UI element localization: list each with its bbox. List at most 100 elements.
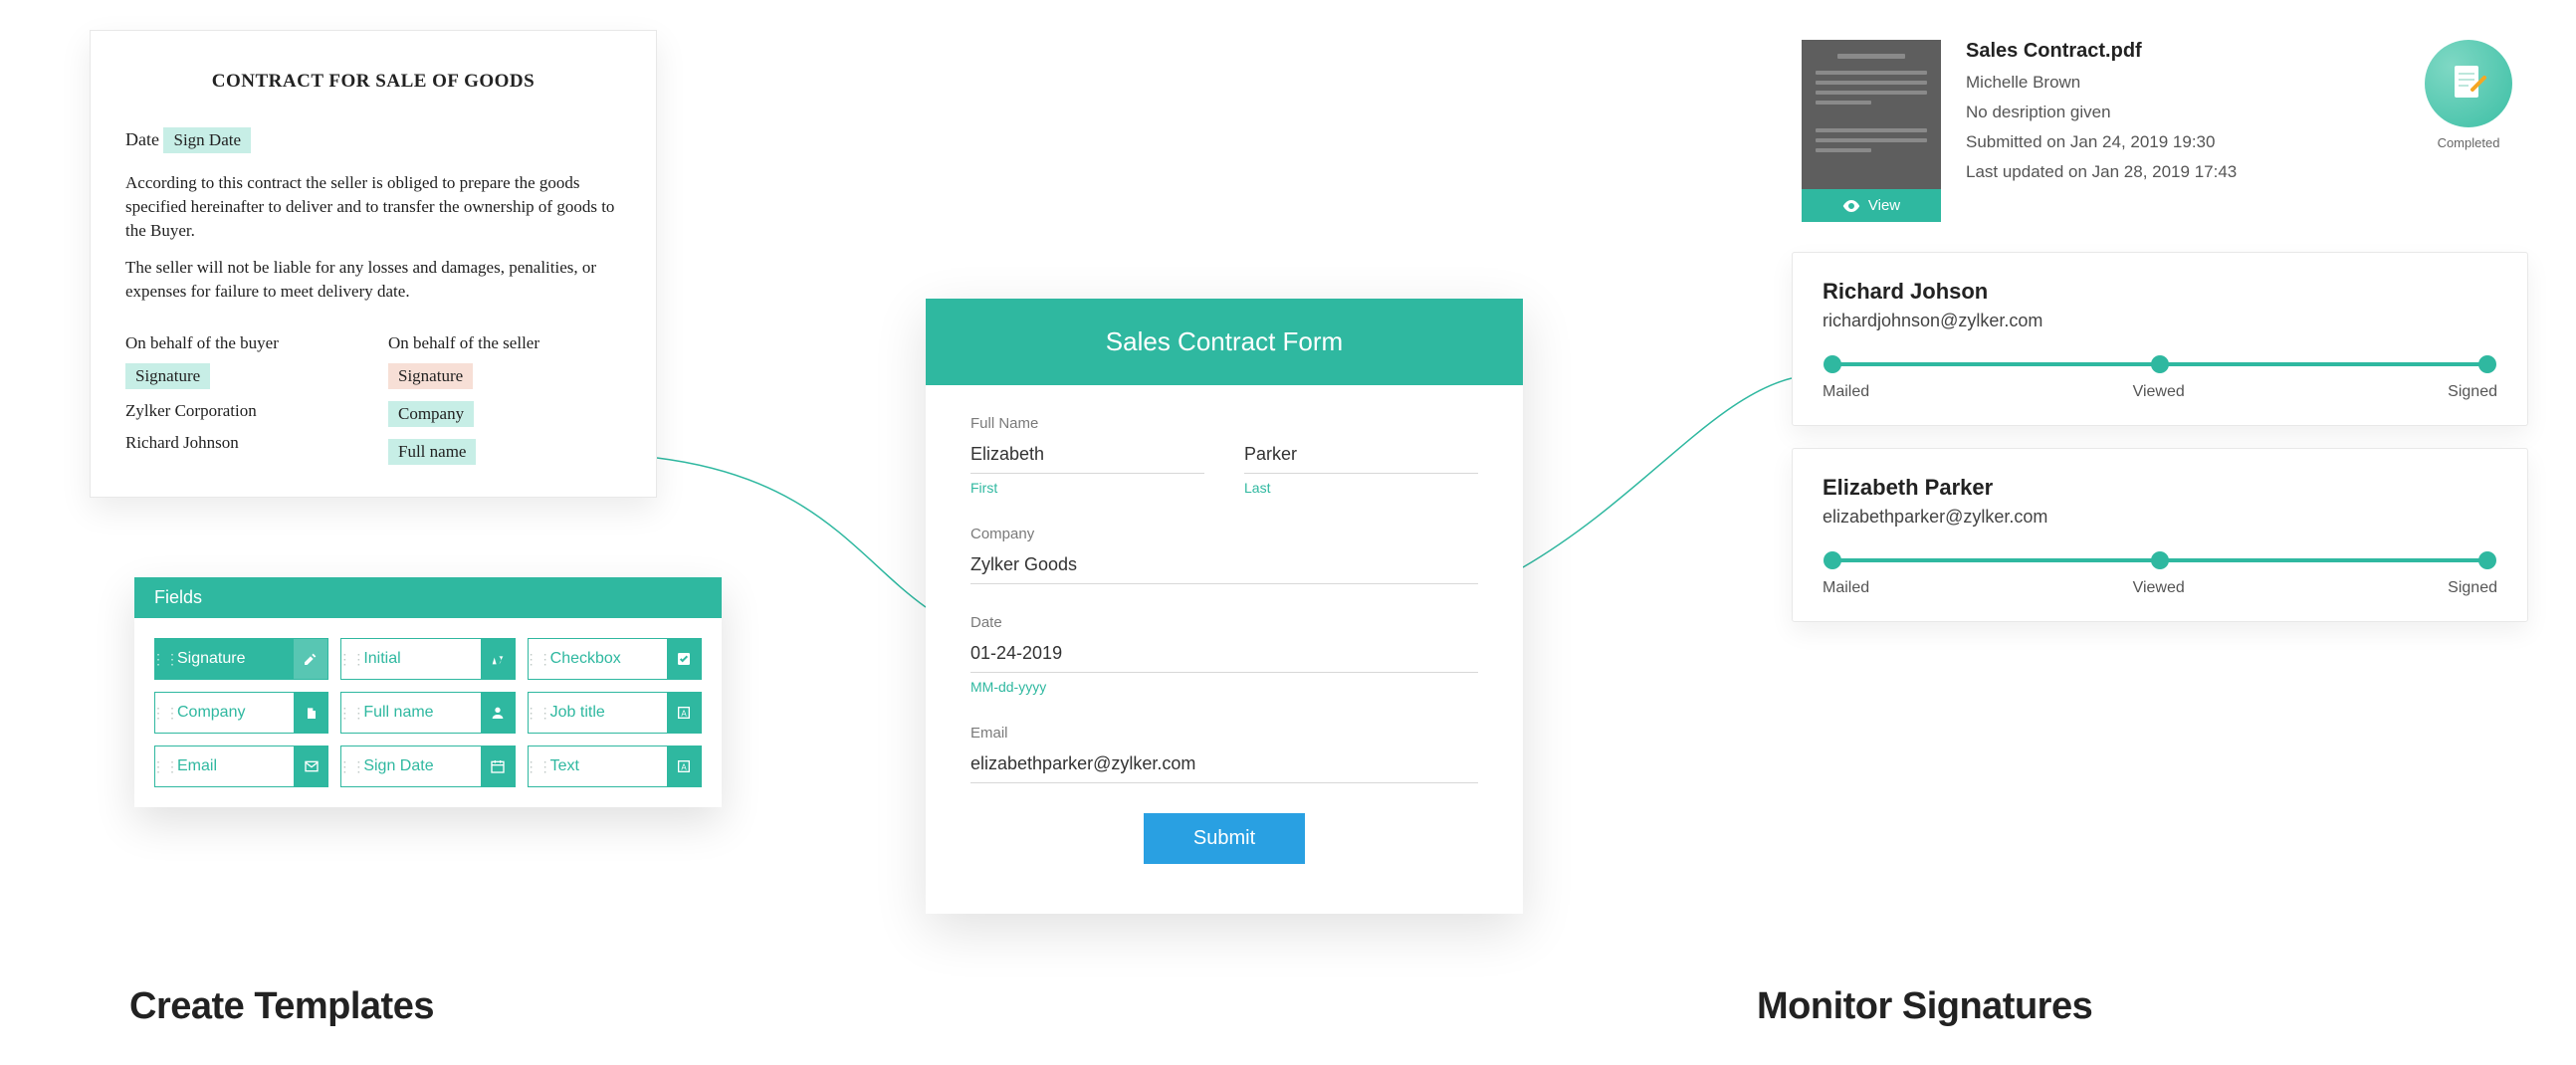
seller-column: On behalf of the seller Signature Compan…	[388, 333, 621, 477]
document-title: Sales Contract.pdf	[1966, 40, 2394, 63]
document-owner: Michelle Brown	[1966, 73, 2394, 93]
seller-name-tag[interactable]: Full name	[388, 439, 476, 465]
field-label: Initial	[361, 650, 480, 668]
field-label: Company	[175, 704, 294, 722]
field-label: Checkbox	[548, 650, 667, 668]
buyer-company: Zylker Corporation	[125, 401, 358, 421]
sign-date-tag[interactable]: Sign Date	[163, 127, 251, 153]
drag-handle-icon: ⋮⋮	[155, 639, 175, 679]
svg-text:A: A	[682, 762, 688, 771]
submit-button[interactable]: Submit	[1144, 813, 1305, 864]
field-label: Sign Date	[361, 757, 480, 775]
seller-label: On behalf of the seller	[388, 333, 621, 353]
field-jobtitle[interactable]: ⋮⋮Job titleA	[528, 692, 702, 734]
buyer-signature-tag[interactable]: Signature	[125, 363, 210, 389]
monitor-panel: View Sales Contract.pdf Michelle Brown N…	[1792, 40, 2528, 644]
signer-card: Richard Johsonrichardjohnson@zylker.comM…	[1792, 252, 2528, 426]
first-name-hint: First	[970, 480, 1204, 496]
completed-status: Completed	[2419, 40, 2518, 222]
drag-handle-icon: ⋮⋮	[155, 746, 175, 786]
progress-track	[1832, 357, 2487, 371]
field-checkbox[interactable]: ⋮⋮Checkbox	[528, 638, 702, 680]
field-label: Email	[175, 757, 294, 775]
contract-paragraph-1: According to this contract the seller is…	[125, 171, 621, 242]
form-title: Sales Contract Form	[926, 299, 1523, 385]
company-input[interactable]	[970, 550, 1478, 584]
drag-handle-icon: ⋮⋮	[529, 639, 548, 679]
create-templates-heading: Create Templates	[129, 985, 434, 1028]
buyer-label: On behalf of the buyer	[125, 333, 358, 353]
date-icon	[481, 746, 515, 786]
drag-handle-icon: ⋮⋮	[155, 693, 175, 733]
stage-signed: Signed	[2448, 383, 2497, 401]
email-input[interactable]	[970, 749, 1478, 783]
first-name-input[interactable]	[970, 440, 1204, 474]
company-icon	[294, 693, 327, 733]
text-icon: A	[667, 746, 701, 786]
contract-title: CONTRACT FOR SALE OF GOODS	[125, 71, 621, 93]
seller-signature-tag[interactable]: Signature	[388, 363, 473, 389]
drag-handle-icon: ⋮⋮	[341, 693, 361, 733]
sales-contract-form: Sales Contract Form Full Name First Last…	[926, 299, 1523, 914]
completed-label: Completed	[2419, 135, 2518, 150]
full-name-label: Full Name	[970, 415, 1478, 432]
email-icon	[294, 746, 327, 786]
eye-icon	[1842, 200, 1860, 212]
stage-viewed: Viewed	[2133, 579, 2185, 597]
document-description: No desription given	[1966, 103, 2394, 122]
last-name-input[interactable]	[1244, 440, 1478, 474]
field-label: Job title	[548, 704, 667, 722]
signer-card: Elizabeth Parker elizabethparker@zylker.c…	[1792, 448, 2528, 622]
document-meta: Sales Contract.pdf Michelle Brown No des…	[1966, 40, 2394, 222]
field-company[interactable]: ⋮⋮Company	[154, 692, 328, 734]
last-name-hint: Last	[1244, 480, 1478, 496]
signature-icon	[294, 639, 327, 679]
drag-handle-icon: ⋮⋮	[529, 693, 548, 733]
progress-track	[1832, 553, 2487, 567]
drag-handle-icon: ⋮⋮	[341, 746, 361, 786]
fullname-icon	[481, 693, 515, 733]
drag-handle-icon: ⋮⋮	[529, 746, 548, 786]
date-input[interactable]	[970, 639, 1478, 673]
field-text[interactable]: ⋮⋮Text A	[528, 746, 702, 787]
seller-company-tag[interactable]: Company	[388, 401, 474, 427]
initial-icon	[481, 639, 515, 679]
template-document-card: CONTRACT FOR SALE OF GOODS Date Sign Dat…	[90, 30, 657, 498]
date-label: Date	[970, 614, 1478, 631]
stage-mailed: Mailed	[1823, 579, 1869, 597]
field-label: Text	[548, 757, 667, 775]
field-signature[interactable]: ⋮⋮Signature	[154, 638, 328, 680]
completed-badge-icon	[2425, 40, 2512, 127]
date-label: Date	[125, 129, 159, 149]
field-label: Full name	[361, 704, 480, 722]
buyer-name: Richard Johnson	[125, 433, 358, 453]
buyer-column: On behalf of the buyer Signature Zylker …	[125, 333, 358, 477]
company-label: Company	[970, 526, 1478, 542]
field-email[interactable]: ⋮⋮Email	[154, 746, 328, 787]
document-signed-icon	[2447, 62, 2490, 106]
document-updated: Last updated on Jan 28, 2019 17:43	[1966, 162, 2394, 182]
view-label: View	[1868, 197, 1900, 214]
email-label: Email	[970, 725, 1478, 742]
document-page-preview	[1802, 40, 1941, 189]
contract-paragraph-2: The seller will not be liable for any lo…	[125, 256, 621, 304]
stage-signed: Signed	[2448, 579, 2497, 597]
field-initial[interactable]: ⋮⋮Initial	[340, 638, 515, 680]
jobtitle-icon: A	[667, 693, 701, 733]
signer-email: elizabethparker@zylker.com	[1823, 507, 2497, 528]
fields-palette: Fields ⋮⋮Signature⋮⋮Initial⋮⋮Checkbox⋮⋮C…	[134, 577, 722, 807]
drag-handle-icon: ⋮⋮	[341, 639, 361, 679]
field-fullname[interactable]: ⋮⋮Full name	[340, 692, 515, 734]
signer-name: Richard Johson	[1823, 279, 2497, 305]
contract-date-line: Date Sign Date	[125, 127, 621, 153]
stage-viewed: Viewed	[2133, 383, 2185, 401]
field-date[interactable]: ⋮⋮Sign Date	[340, 746, 515, 787]
monitor-signatures-heading: Monitor Signatures	[1757, 985, 2092, 1028]
signer-name: Elizabeth Parker	[1823, 475, 2497, 501]
field-label: Signature	[175, 650, 294, 668]
stage-mailed: Mailed	[1823, 383, 1869, 401]
date-hint: MM-dd-yyyy	[970, 679, 1478, 695]
document-submitted: Submitted on Jan 24, 2019 19:30	[1966, 132, 2394, 152]
document-thumbnail: View	[1802, 40, 1941, 222]
view-button[interactable]: View	[1802, 189, 1941, 222]
